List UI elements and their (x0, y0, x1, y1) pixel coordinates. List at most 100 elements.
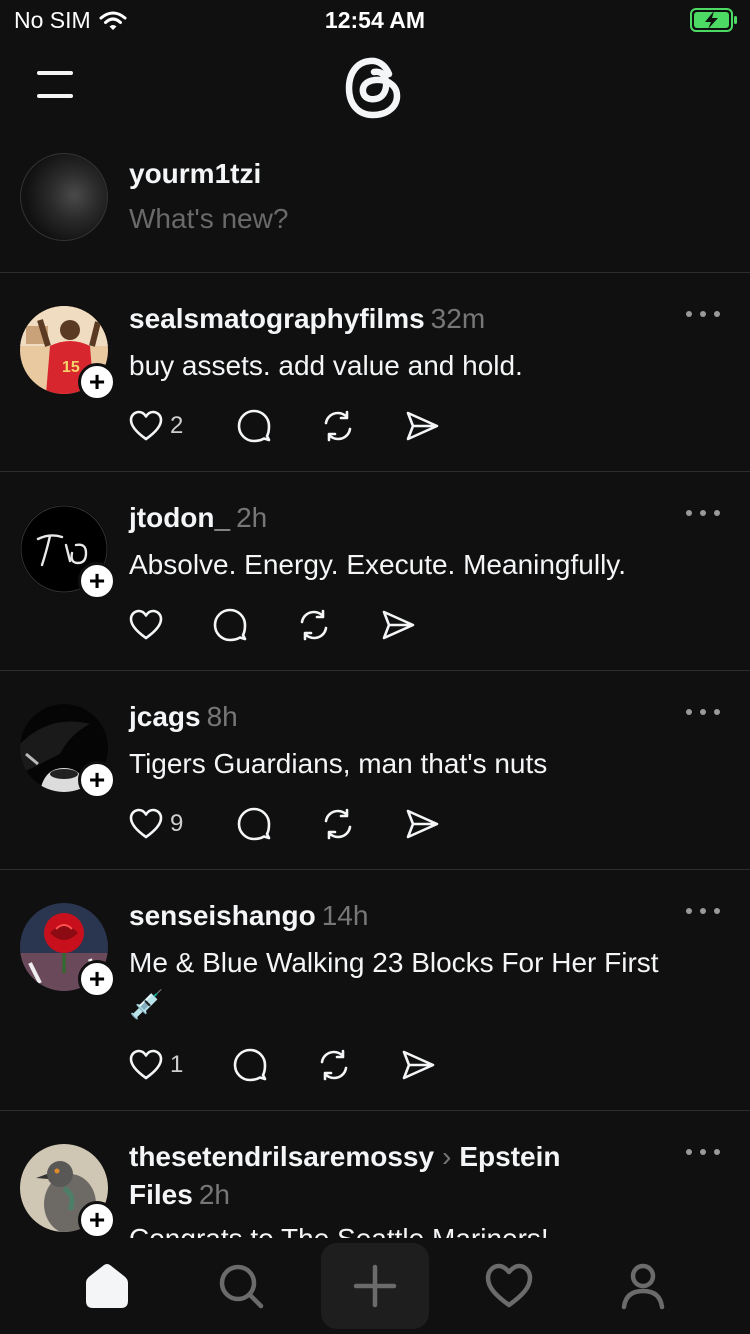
avatar[interactable] (20, 153, 108, 241)
follow-plus-button[interactable]: + (78, 1201, 116, 1238)
reply-button[interactable] (212, 605, 296, 645)
status-bar: No SIM 12:54 AM (0, 0, 750, 42)
topic-tag[interactable]: Epstein (459, 1141, 560, 1172)
threads-logo-icon[interactable] (343, 52, 407, 122)
menu-icon[interactable] (37, 70, 75, 100)
follow-plus-button[interactable]: + (78, 562, 116, 600)
follow-plus-button[interactable]: + (78, 761, 116, 799)
avatar[interactable]: + (20, 1144, 116, 1238)
follow-plus-button[interactable]: + (78, 960, 116, 998)
svg-text:15: 15 (62, 359, 80, 376)
share-button[interactable] (380, 605, 464, 645)
comment-icon (233, 1048, 267, 1082)
top-header (0, 42, 750, 132)
tab-home[interactable] (68, 1238, 146, 1334)
share-button[interactable] (404, 406, 488, 446)
post-username[interactable]: jcags (129, 701, 201, 732)
like-count: 2 (170, 412, 184, 439)
repost-button[interactable] (320, 804, 404, 844)
post[interactable]: + senseishango 14h Me & Blue Walking 23 B… (0, 870, 750, 1111)
avatar[interactable]: 15 + (20, 306, 116, 401)
post-header: senseishango 14h (129, 897, 669, 935)
share-button[interactable] (404, 804, 488, 844)
post-header: jtodon_ 2h (129, 499, 669, 537)
post[interactable]: + thesetendrilsaremossy › Epstein Files 2h … (0, 1111, 750, 1238)
post-time: 14h (321, 900, 369, 931)
like-count: 9 (170, 810, 184, 837)
post[interactable]: + jtodon_ 2h Absolve. Energy. Execute. Me… (0, 472, 750, 671)
post-text: Me & Blue Walking 23 Blocks For Her Firs… (129, 945, 719, 1023)
reply-button[interactable] (232, 1045, 316, 1085)
tab-search[interactable] (202, 1238, 280, 1334)
post-header: jcags 8h (129, 698, 669, 736)
avatar[interactable]: + (20, 704, 116, 799)
like-count: 1 (170, 1051, 184, 1078)
like-button[interactable]: 2 (128, 406, 236, 446)
post-actions: 9 (128, 804, 488, 844)
bottom-tab-bar (0, 1238, 750, 1334)
like-button[interactable]: 1 (128, 1045, 232, 1085)
home-icon (86, 1264, 128, 1308)
post-text: buy assets. add value and hold. (129, 350, 523, 381)
post-time: 32m (430, 303, 486, 334)
repost-icon (324, 410, 352, 442)
follow-plus-button[interactable]: + (78, 363, 116, 401)
search-icon (219, 1264, 264, 1309)
post-text: Absolve. Energy. Execute. Meaningfully. (129, 549, 626, 580)
share-button[interactable] (400, 1045, 484, 1085)
more-options-button[interactable] (686, 908, 720, 918)
repost-icon (320, 1049, 348, 1081)
post-text-line: Me & Blue Walking 23 Blocks For Her Firs… (129, 947, 659, 978)
heart-icon (129, 410, 163, 441)
more-options-button[interactable] (686, 1149, 720, 1159)
post-actions: 2 (128, 406, 488, 446)
more-options-button[interactable] (686, 311, 720, 321)
tab-compose[interactable] (321, 1243, 429, 1329)
post-actions: 1 (128, 1045, 484, 1085)
topic-tag-continued[interactable]: Files (129, 1179, 193, 1210)
clock: 12:54 AM (324, 7, 426, 33)
post-time: 2h (198, 1179, 230, 1210)
tab-profile[interactable] (604, 1238, 682, 1334)
heart-icon (129, 808, 163, 839)
syringe-emoji: 💉 (129, 989, 164, 1020)
reply-button[interactable] (236, 804, 320, 844)
comment-icon (237, 409, 271, 443)
chevron-right-icon: › (442, 1141, 452, 1172)
post-actions (128, 605, 464, 645)
more-options-button[interactable] (686, 709, 720, 719)
post-username[interactable]: senseishango (129, 900, 316, 931)
compose-icon (353, 1264, 397, 1308)
tab-activity[interactable] (470, 1238, 548, 1334)
repost-button[interactable] (296, 605, 380, 645)
heart-icon (129, 609, 163, 640)
battery-charging-icon (690, 8, 737, 32)
repost-button[interactable] (316, 1045, 400, 1085)
post[interactable]: + jcags 8h Tigers Guardians, man that's n… (0, 671, 750, 870)
like-button[interactable] (128, 605, 212, 645)
comment-icon (213, 608, 247, 642)
post-username[interactable]: jtodon_ (129, 502, 230, 533)
send-icon (406, 809, 439, 839)
post-time: 2h (236, 502, 268, 533)
send-icon (402, 1050, 435, 1080)
repost-icon (324, 808, 352, 840)
avatar[interactable]: + (20, 505, 116, 600)
new-thread-composer[interactable]: yourm1tzi What's new? (0, 136, 750, 273)
post-header: thesetendrilsaremossy › Epstein Files 2h (129, 1138, 669, 1214)
more-options-button[interactable] (686, 510, 720, 520)
heart-icon (129, 1049, 163, 1080)
send-icon (406, 411, 439, 441)
reply-button[interactable] (236, 406, 320, 446)
post-text: Congrats to The Seattle Mariners! (129, 1221, 719, 1238)
like-button[interactable]: 9 (128, 804, 236, 844)
post-username[interactable]: sealsmatographyfilms (129, 303, 425, 334)
composer-username: yourm1tzi (129, 158, 262, 189)
repost-button[interactable] (320, 406, 404, 446)
composer-prompt[interactable]: What's new? (129, 203, 288, 235)
post[interactable]: 15 + sealsmatographyfilms 32m buy assets.… (0, 273, 750, 472)
avatar[interactable]: + (20, 903, 116, 998)
comment-icon (237, 807, 271, 841)
post-username[interactable]: thesetendrilsaremossy (129, 1141, 434, 1172)
post-header: sealsmatographyfilms 32m (129, 300, 669, 338)
